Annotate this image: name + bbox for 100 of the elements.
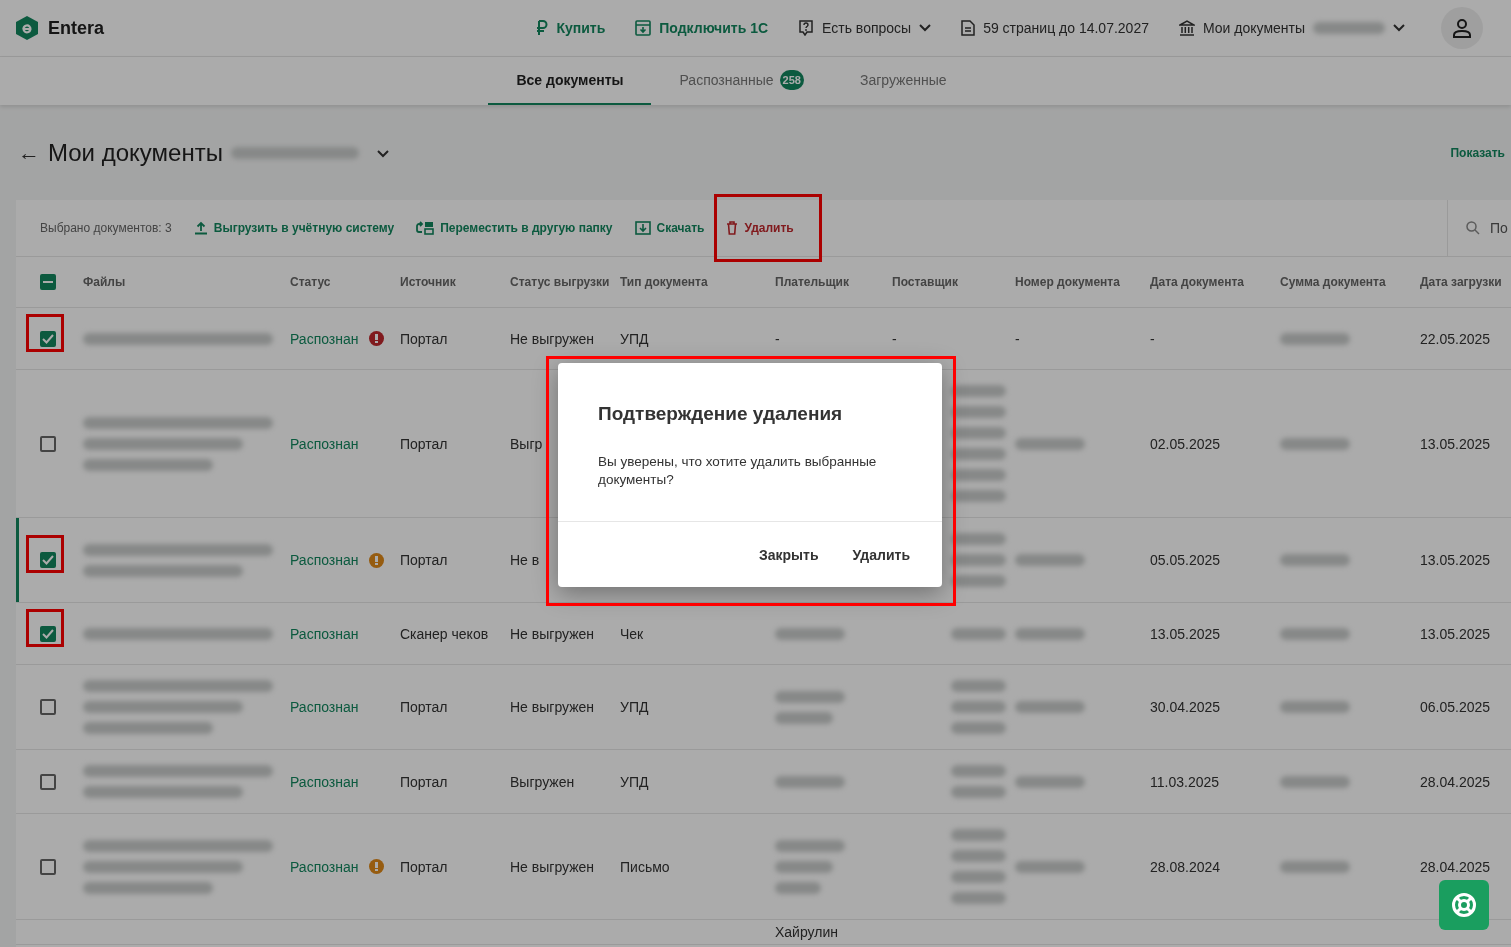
table-cell-text: 13.05.2025 — [1419, 435, 1492, 452]
blurred-text — [775, 690, 845, 703]
download-button[interactable]: Скачать — [634, 221, 705, 235]
table-cell-text: Не выгружен — [509, 699, 596, 715]
table-cell-text: Портал — [399, 330, 449, 347]
header-link[interactable]: Купить — [536, 20, 606, 36]
upload-icon — [193, 221, 208, 235]
back-button[interactable]: ← — [18, 139, 40, 166]
row-checkbox[interactable] — [40, 330, 56, 347]
header-link[interactable]: Есть вопросы — [798, 20, 932, 36]
blurred-text — [951, 406, 1006, 418]
blurred-text — [951, 892, 1006, 904]
tab[interactable]: Все документы — [488, 57, 652, 105]
download-icon — [634, 221, 651, 235]
document-icon — [961, 20, 976, 36]
blurred-text — [951, 427, 1006, 439]
header-link[interactable]: Подключить 1С — [635, 20, 769, 36]
blurred-text — [775, 839, 845, 852]
column-header[interactable]: Статус — [285, 275, 395, 289]
table-cell-text: УПД — [619, 699, 650, 715]
column-header[interactable]: Дата документа — [1145, 275, 1275, 289]
column-header[interactable]: Номер документа — [1010, 275, 1145, 289]
lifebuoy-icon — [1451, 892, 1477, 918]
show-link[interactable]: Показать — [1450, 145, 1505, 160]
table-cell-text: Не в — [509, 552, 541, 568]
blurred-text — [775, 711, 833, 724]
row-checkbox[interactable] — [40, 699, 56, 715]
tab[interactable]: Распознанные 258 — [651, 57, 832, 105]
blurred-text — [951, 469, 1006, 481]
column-header[interactable]: Тип документа — [615, 275, 770, 289]
blurred-text — [775, 860, 833, 873]
user-icon — [1452, 18, 1472, 38]
column-header[interactable]: Дата загрузки — [1415, 275, 1511, 289]
column-header[interactable]: Источник — [395, 275, 505, 289]
table-cell-text: 06.05.2025 — [1419, 699, 1492, 715]
row-checkbox[interactable] — [40, 625, 56, 642]
column-header[interactable]: Статус выгрузки — [505, 275, 615, 289]
table-cell: Распознан — [285, 330, 395, 347]
table-cell-text: Не выгружен — [509, 858, 596, 875]
table-cell-text: Распознан — [289, 773, 360, 790]
row-checkbox[interactable] — [40, 773, 56, 790]
table-cell-text: - — [891, 330, 898, 347]
blurred-text — [775, 775, 845, 788]
table-cell-text: 22.05.2025 — [1419, 330, 1492, 347]
column-header[interactable]: Файлы — [78, 275, 285, 289]
column-header[interactable]: Поставщик — [887, 275, 1010, 289]
dialog-button[interactable]: Удалить — [840, 538, 922, 571]
row-checkbox[interactable] — [40, 435, 56, 452]
blurred-text — [951, 680, 1006, 692]
move-folder-icon — [416, 221, 435, 235]
help-button[interactable] — [1439, 880, 1489, 930]
ruble-icon — [536, 20, 549, 36]
blurred-text — [951, 490, 1006, 502]
blurred-text — [951, 722, 1006, 734]
table-cell-text: 05.05.2025 — [1149, 552, 1222, 568]
delete-button[interactable]: Удалить — [726, 221, 794, 235]
column-header[interactable]: Сумма документа — [1275, 275, 1415, 289]
blurred-text — [1015, 437, 1085, 450]
header-link[interactable]: 59 страниц до 14.07.2027 — [961, 20, 1149, 36]
upload-button[interactable]: Выгрузить в учётную систему — [193, 221, 395, 235]
search-field[interactable]: По — [1490, 220, 1510, 236]
tab[interactable]: Загруженные — [831, 57, 975, 105]
dialog-text: Вы уверены, что хотите удалить выбранные документы? — [597, 453, 878, 489]
table-cell-text: - — [774, 330, 781, 347]
table-cell-text: 13.05.2025 — [1419, 552, 1492, 568]
table-cell-text: - — [1149, 330, 1156, 347]
check-icon — [42, 628, 54, 639]
table-cell-text: 13.05.2025 — [1149, 625, 1222, 642]
table-cell-text: Портал — [399, 773, 449, 790]
logo-icon — [16, 16, 38, 40]
table-cell-text: Выгружен — [509, 773, 576, 790]
column-header[interactable]: Плательщик — [770, 275, 887, 289]
table-cell-text: Письмо — [619, 858, 671, 875]
blurred-text — [1280, 332, 1350, 345]
avatar[interactable] — [1441, 7, 1483, 49]
table-cell-text: 30.04.2025 — [1149, 699, 1222, 715]
table-cell-text: Не выгружен — [509, 625, 596, 642]
logo-text: Entera — [48, 17, 105, 39]
page-title: Мои документы — [48, 138, 223, 167]
selected-count: Выбрано документов: 3 — [40, 221, 172, 235]
table-cell-text: 28.08.2024 — [1149, 858, 1222, 875]
blurred-text — [951, 533, 1006, 545]
blurred-text — [1015, 554, 1085, 566]
table-cell-text: Портал — [399, 699, 449, 715]
dialog-button[interactable]: Закрыть — [747, 538, 831, 571]
table-cell-text: Не выгружен — [509, 330, 596, 347]
table-cell-text: Портал — [399, 435, 449, 452]
table-cell-text: Портал — [399, 858, 449, 875]
move-button[interactable]: Переместить в другую папку — [416, 221, 613, 235]
help-icon — [798, 20, 815, 36]
blurred-text — [1015, 701, 1085, 713]
select-all-checkbox[interactable] — [40, 274, 56, 290]
table-cell-text: Чек — [619, 625, 645, 642]
blurred-text — [1015, 860, 1085, 873]
header-link[interactable]: Мои документы — [1179, 20, 1405, 36]
row-checkbox[interactable] — [40, 858, 56, 875]
count-badge: 258 — [779, 70, 804, 90]
blurred-text — [1280, 701, 1350, 713]
row-checkbox[interactable] — [40, 552, 56, 568]
blurred-text — [1015, 775, 1085, 788]
